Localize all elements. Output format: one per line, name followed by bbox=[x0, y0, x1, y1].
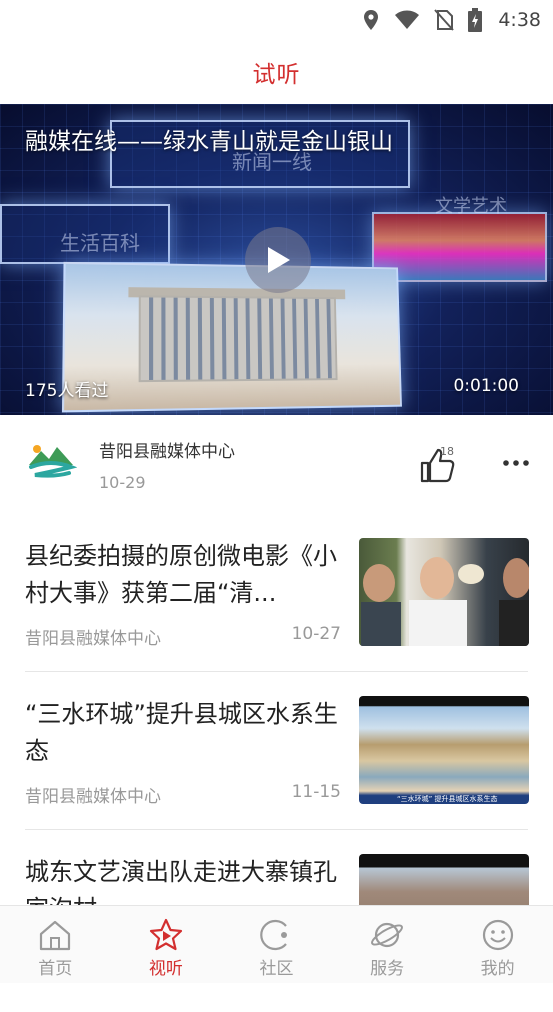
news-thumbnail[interactable] bbox=[359, 538, 529, 646]
video-player[interactable]: 新闻一线 文学艺术 生活百科 融媒在线——绿水青山就是金山银山 175人看过 0… bbox=[0, 104, 553, 415]
status-bar: 4:38 bbox=[0, 0, 553, 40]
battery-charging-icon bbox=[468, 8, 483, 32]
video-overlay-text: 生活百科 bbox=[60, 231, 140, 255]
divider bbox=[25, 671, 528, 672]
publisher-row: 昔阳县融媒体中心 10-29 18 bbox=[0, 415, 553, 510]
news-date: 11-15 bbox=[291, 782, 341, 802]
nav-label: 服务 bbox=[370, 959, 405, 979]
thumbnail-caption: “三水环城” 提升县城区水系生态 bbox=[397, 795, 498, 803]
no-sim-icon bbox=[434, 9, 455, 31]
news-headline[interactable]: 县纪委拍摄的原创微电影《小村大事》获第二届“清... bbox=[25, 538, 345, 612]
page-title: 试听 bbox=[252, 62, 301, 88]
nav-item-video[interactable]: 视听 bbox=[111, 906, 222, 983]
location-icon bbox=[364, 10, 379, 30]
nav-item-profile[interactable]: 我的 bbox=[442, 906, 553, 983]
video-frame-panel bbox=[372, 212, 547, 282]
news-source: 昔阳县融媒体中心 bbox=[25, 787, 161, 807]
bottom-nav: 首页 视听 社区 服务 我的 bbox=[0, 905, 553, 983]
nav-label: 视听 bbox=[148, 959, 183, 979]
view-count: 175人看过 bbox=[25, 381, 109, 401]
news-headline[interactable]: “三水环城”提升县城区水系生态 bbox=[25, 696, 345, 770]
nav-item-community[interactable]: 社区 bbox=[221, 906, 332, 983]
smile-icon bbox=[482, 919, 513, 951]
thumbnail-people-image bbox=[361, 557, 529, 646]
news-date: 10-27 bbox=[291, 624, 341, 644]
home-icon bbox=[40, 920, 71, 951]
wifi-icon bbox=[395, 10, 420, 29]
nav-label: 首页 bbox=[38, 959, 73, 979]
play-star-icon bbox=[149, 918, 182, 951]
divider bbox=[25, 829, 528, 830]
header: 试听 bbox=[0, 40, 553, 104]
list-item[interactable]: 县纪委拍摄的原创微电影《小村大事》获第二届“清... 昔阳县融媒体中心 10-2… bbox=[0, 538, 553, 696]
clock: 4:38 bbox=[498, 9, 541, 31]
video-title: 融媒在线——绿水青山就是金山银山 bbox=[25, 129, 393, 155]
planet-icon bbox=[371, 922, 404, 948]
nav-label: 我的 bbox=[480, 959, 515, 979]
news-thumbnail[interactable]: “三水环城” 提升县城区水系生态 bbox=[359, 696, 529, 804]
publish-date: 10-29 bbox=[99, 473, 146, 492]
list-item[interactable]: “三水环城”提升县城区水系生态 昔阳县融媒体中心 11-15 “三水环城” 提升… bbox=[0, 696, 553, 854]
nav-item-home[interactable]: 首页 bbox=[0, 906, 111, 983]
video-overlay-text: 文学艺术 bbox=[435, 196, 507, 217]
play-icon bbox=[268, 247, 290, 273]
nav-label: 社区 bbox=[259, 959, 294, 979]
news-source: 昔阳县融媒体中心 bbox=[25, 629, 161, 649]
video-duration: 0:01:00 bbox=[453, 376, 519, 396]
video-frame-building bbox=[61, 261, 402, 413]
more-options-icon[interactable] bbox=[500, 453, 532, 473]
community-icon bbox=[260, 919, 288, 951]
play-button[interactable] bbox=[245, 227, 311, 293]
publisher-name[interactable]: 昔阳县融媒体中心 bbox=[99, 437, 235, 462]
like-count: 18 bbox=[440, 445, 454, 458]
publisher-logo[interactable] bbox=[25, 437, 77, 487]
nav-item-service[interactable]: 服务 bbox=[332, 906, 443, 983]
